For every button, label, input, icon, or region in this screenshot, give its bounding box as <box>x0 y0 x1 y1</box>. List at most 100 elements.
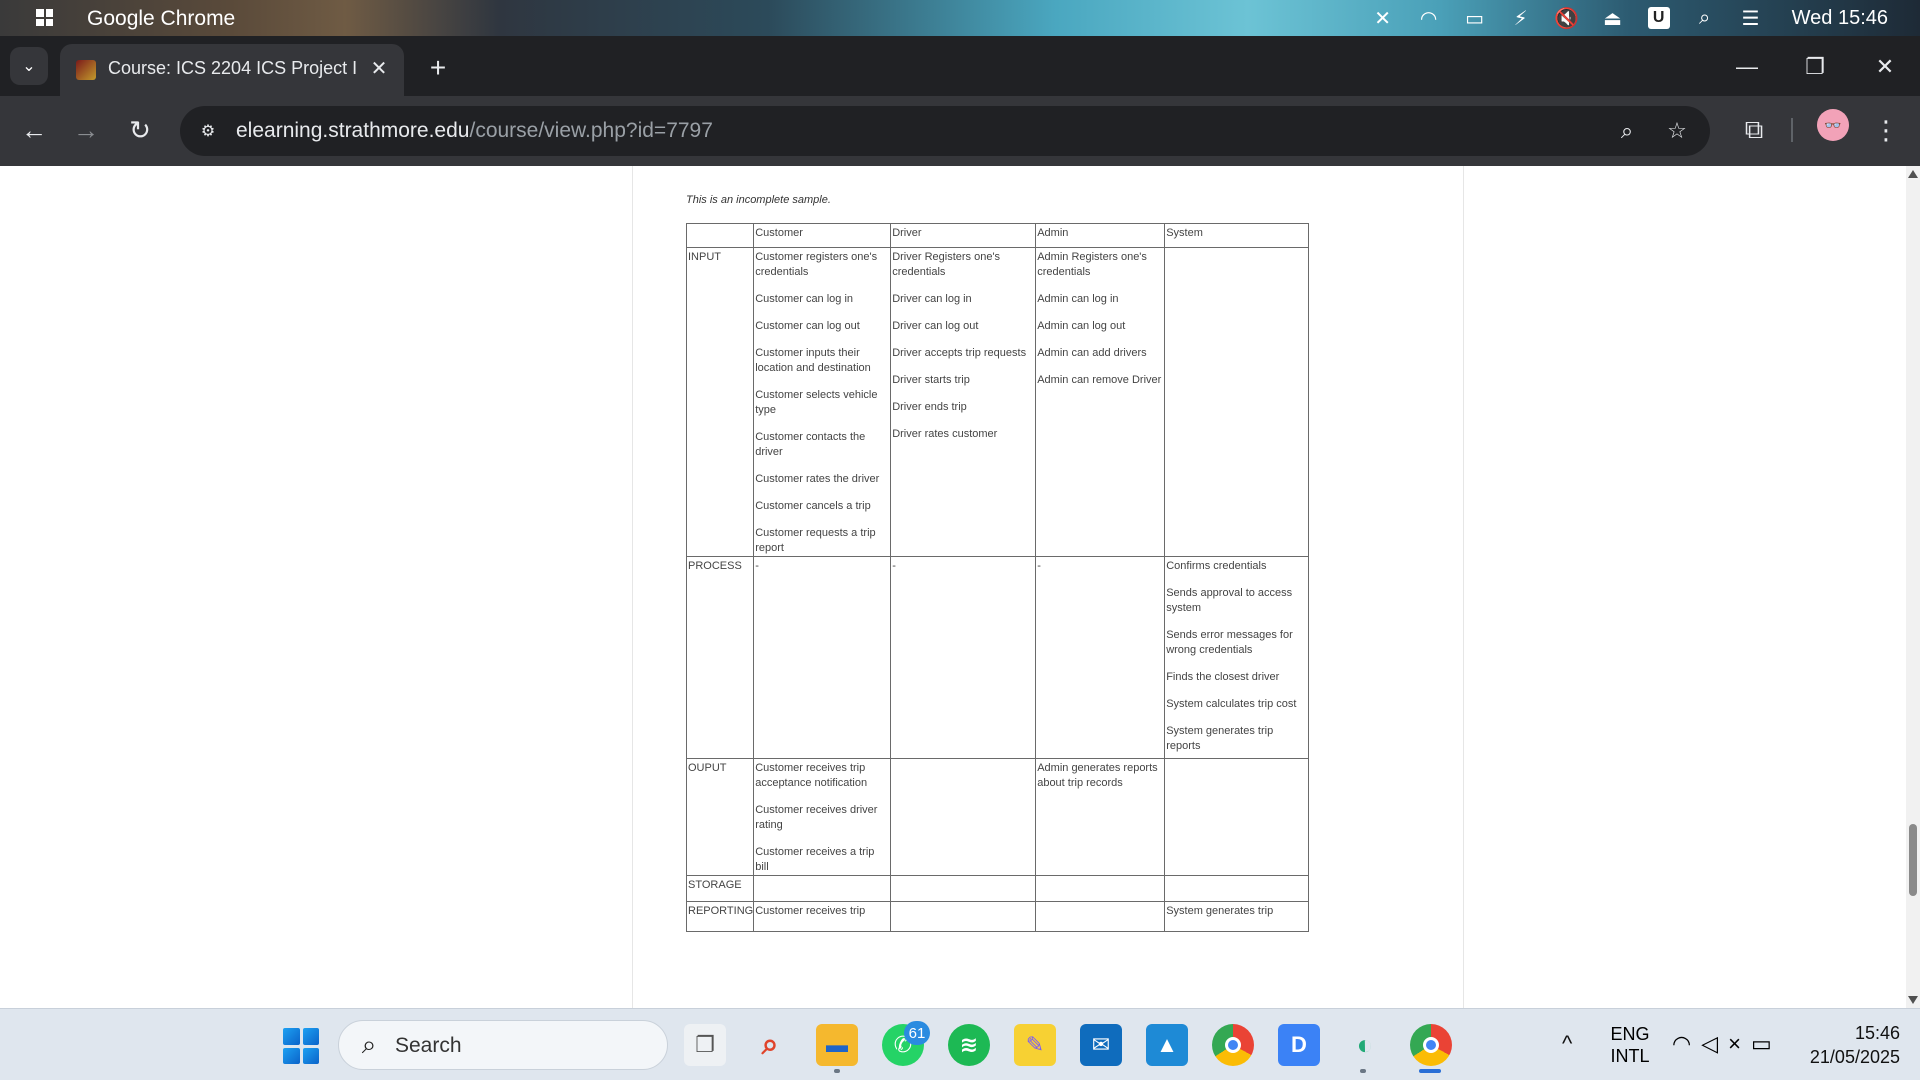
quick-settings[interactable]: ◠◁×▭ <box>1672 1031 1782 1057</box>
active-app-title: Google Chrome <box>87 7 236 30</box>
table-cell-customer <box>753 875 892 902</box>
site-info-icon[interactable]: ⚙ <box>192 115 224 147</box>
address-bar[interactable]: ⚙ elearning.strathmore.edu/course/view.p… <box>180 106 1710 156</box>
outlook-icon[interactable]: ✉ <box>1080 1024 1122 1066</box>
tab-close-icon[interactable]: ✕ <box>366 55 392 81</box>
torrent-app-icon[interactable]: ◐ <box>1344 1024 1386 1066</box>
cell-item: Sends approval to access system <box>1166 587 1293 614</box>
url-text[interactable]: elearning.strathmore.edu/course/view.php… <box>236 119 713 143</box>
cell-item: - <box>892 560 896 572</box>
cell-item: Confirms credentials <box>1166 560 1267 572</box>
windows-logo-icon[interactable] <box>36 9 53 26</box>
bookmark-star-icon[interactable]: ☆ <box>1662 116 1692 146</box>
search-icon[interactable]: ⌕ <box>1682 0 1728 36</box>
table-cell-admin: Admin generates reports about trip recor… <box>1035 758 1166 876</box>
table-cell-system <box>1164 247 1310 557</box>
table-row: OUPUT Customer receives trip acceptance n… <box>685 758 1310 876</box>
table-cell-system: Confirms credentials Sends approval to ac… <box>1164 556 1310 759</box>
table-cell-admin: - <box>1035 556 1166 759</box>
cell-item: Customer registers one's credentials <box>755 251 878 278</box>
cell-item: Driver ends trip <box>892 401 967 413</box>
u-app-label: U <box>1647 7 1670 29</box>
cell-item: Admin can log in <box>1037 293 1119 305</box>
table-cell-admin: Admin Registers one's credentials Admin c… <box>1035 247 1166 557</box>
profile-avatar[interactable]: 👓 <box>1817 109 1849 141</box>
lang-code: ENG <box>1610 1024 1650 1044</box>
new-tab-plus-icon[interactable]: + <box>424 52 452 83</box>
url-host: elearning.strathmore.edu <box>236 119 470 142</box>
cell-item: Admin can remove Driver <box>1037 374 1162 386</box>
forward-arrow-icon[interactable]: → <box>66 110 106 150</box>
tab-course[interactable]: Course: ICS 2204 ICS Project I A ✕ <box>60 44 404 96</box>
back-arrow-icon[interactable]: ← <box>14 110 54 150</box>
eject-icon[interactable]: ⏏ <box>1590 0 1636 36</box>
table-cell-system <box>1164 875 1310 902</box>
table-row: PROCESS - - - Confirms credentials Sends appr… <box>685 556 1310 759</box>
table-row: STORAGE <box>685 875 1310 902</box>
input-language[interactable]: ENG INTL <box>1610 1023 1650 1067</box>
os-top-tray: ✕ ◠ ▭ ⚡ 🔇 ⏏ U ⌕ ☰ Wed 15:46 <box>1360 0 1920 36</box>
table-cell-driver: - <box>890 556 1037 759</box>
search-app-icon[interactable]: ⌕ <box>749 1024 791 1066</box>
column-header <box>685 223 755 248</box>
torrent-app-indicator <box>1360 1069 1366 1073</box>
site-favicon-icon <box>76 60 96 80</box>
scroll-down-icon[interactable] <box>1908 996 1918 1004</box>
toggle-icon[interactable]: ☰ <box>1728 0 1774 36</box>
taskbar: ⌕ Search ❐ ⌕ ▬ ✆ 61 ≋ ✎ ✉ ▲ D ◐ ^ ENG IN… <box>0 1008 1920 1080</box>
chrome-menu-icon[interactable]: ⋮ <box>1866 110 1906 150</box>
navigation-bar: ← → ↻ ⚙ elearning.strathmore.edu/course/… <box>0 96 1920 166</box>
cloud-app-icon[interactable]: D <box>1278 1024 1320 1066</box>
tab-strip: ⌄ Course: ICS 2204 ICS Project I A ✕ + —… <box>0 36 1920 96</box>
cell-item: Customer receives driver rating <box>755 804 878 831</box>
cell-item: Admin can log out <box>1037 320 1126 332</box>
document-page: This is an incomplete sample. Customer Dr… <box>632 166 1464 1008</box>
taskbar-clock[interactable]: 15:46 21/05/2025 <box>1790 1021 1900 1069</box>
cell-item: Customer selects vehicle type <box>755 389 878 416</box>
display-icon[interactable]: ▭ <box>1452 0 1498 36</box>
ipo-table: Customer Driver Admin System INPUT Customer r… <box>685 223 1310 932</box>
mute-icon[interactable]: 🔇 <box>1544 0 1590 36</box>
task-view-icon[interactable]: ❐ <box>684 1024 726 1066</box>
screen: Google Chrome ✕ ◠ ▭ ⚡ 🔇 ⏏ U ⌕ ☰ Wed 15:4… <box>0 0 1920 1080</box>
battery-charging-icon[interactable]: ⚡ <box>1498 0 1544 36</box>
cell-item: Customer rates the driver <box>755 473 880 485</box>
table-row: REPORTING Customer receives trip System ge… <box>685 901 1310 932</box>
bluetooth-off-icon[interactable]: ✕ <box>1360 0 1406 36</box>
cell-item: Driver accepts trip requests <box>892 347 1027 359</box>
vertical-scrollbar[interactable] <box>1906 166 1920 1008</box>
taskbar-search[interactable]: ⌕ Search <box>338 1020 668 1070</box>
lang-layout: INTL <box>1610 1046 1650 1066</box>
sticky-notes-icon[interactable]: ✎ <box>1014 1024 1056 1066</box>
spotify-icon[interactable]: ≋ <box>948 1024 990 1066</box>
show-hidden-icons-chevron-icon[interactable]: ^ <box>1562 1031 1572 1057</box>
chrome-profile-icon[interactable] <box>1410 1024 1452 1066</box>
chrome-icon[interactable] <box>1212 1024 1254 1066</box>
taskbar-date: 21/05/2025 <box>1809 1047 1900 1067</box>
page-viewport: This is an incomplete sample. Customer Dr… <box>0 166 1906 1008</box>
close-window-icon[interactable]: ✕ <box>1862 44 1908 90</box>
zoom-icon[interactable]: ⌕ <box>1612 116 1642 146</box>
u-app-icon[interactable]: U <box>1636 0 1682 36</box>
scrollbar-thumb[interactable] <box>1909 824 1917 896</box>
start-windows-icon[interactable] <box>283 1028 319 1064</box>
row-label: STORAGE <box>685 875 755 902</box>
taskbar-time: 15:46 <box>1854 1023 1900 1043</box>
extensions-icon[interactable]: ⧉ <box>1734 110 1774 150</box>
table-cell-customer: Customer receives trip <box>753 901 892 932</box>
file-explorer-icon[interactable]: ▬ <box>816 1024 858 1066</box>
minimize-icon[interactable]: — <box>1724 44 1770 90</box>
tab-search-chevron-icon[interactable]: ⌄ <box>10 47 48 85</box>
cell-item: Driver starts trip <box>892 374 970 386</box>
cell-item: Sends error messages for wrong credentia… <box>1166 629 1293 656</box>
wifi-icon[interactable]: ◠ <box>1406 0 1452 36</box>
table-cell-driver <box>890 758 1037 876</box>
reload-icon[interactable]: ↻ <box>120 110 160 150</box>
photos-icon[interactable]: ▲ <box>1146 1024 1188 1066</box>
scroll-up-icon[interactable] <box>1908 170 1918 178</box>
table-cell-admin <box>1035 875 1166 902</box>
sample-note: This is an incomplete sample. <box>686 194 831 206</box>
cell-item: Admin generates reports about trip recor… <box>1037 762 1158 789</box>
restore-icon[interactable]: ❐ <box>1792 44 1838 90</box>
column-header: Driver <box>890 223 1037 248</box>
